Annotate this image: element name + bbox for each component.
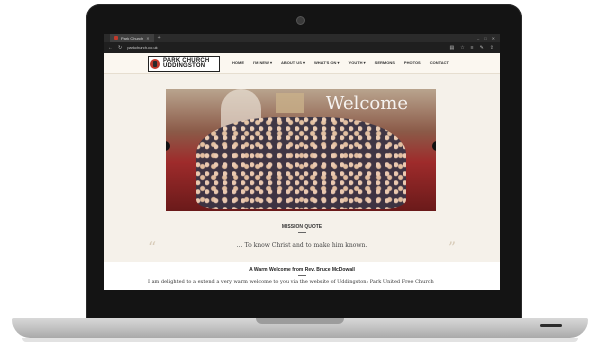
close-quote-icon: ” bbox=[447, 238, 456, 257]
divider bbox=[298, 275, 306, 276]
logo-text: PARK CHURCH UDDINGSTON bbox=[163, 58, 209, 69]
minimize-icon[interactable]: – bbox=[477, 36, 479, 41]
welcome-title: A Warm Welcome from Rev. Bruce McDowall bbox=[249, 267, 355, 273]
browser-screen: Park Church ✕ + – □ ✕ ← ↻ parkchurch.co.… bbox=[104, 34, 500, 290]
laptop-foot bbox=[22, 338, 578, 342]
url-field[interactable]: parkchurch.co.uk bbox=[127, 45, 157, 50]
pen-icon[interactable]: ✎ bbox=[480, 45, 484, 51]
welcome-body: I am delighted to a extend a very warm w… bbox=[148, 279, 434, 285]
menu-about-us[interactable]: ABOUT US ▾ bbox=[281, 60, 305, 65]
new-tab-icon[interactable]: + bbox=[158, 35, 161, 41]
share-icon[interactable]: ⇪ bbox=[490, 45, 494, 51]
logo-line2: UDDINGSTON bbox=[163, 63, 206, 69]
welcome-section: A Warm Welcome from Rev. Bruce McDowall … bbox=[104, 262, 500, 290]
favicon-icon bbox=[114, 36, 118, 40]
favorite-icon[interactable]: ☆ bbox=[460, 45, 464, 51]
menu-home[interactable]: HOME bbox=[232, 60, 244, 65]
browser-tab[interactable]: Park Church ✕ bbox=[110, 34, 154, 42]
reader-icon[interactable]: ▤ bbox=[449, 45, 454, 51]
menu-im-new[interactable]: I'M NEW ▾ bbox=[253, 60, 272, 65]
address-bar: ← ↻ parkchurch.co.uk ▤ ☆ ≡ ✎ ⇪ bbox=[104, 42, 500, 53]
close-window-icon[interactable]: ✕ bbox=[492, 36, 495, 41]
maximize-icon[interactable]: □ bbox=[484, 36, 486, 41]
hero-title: Welcome bbox=[325, 93, 408, 114]
menu-youth[interactable]: YOUTH ▾ bbox=[349, 60, 366, 65]
toolbar-icons: ▤ ☆ ≡ ✎ ⇪ bbox=[449, 45, 500, 51]
tab-title: Park Church bbox=[121, 35, 144, 41]
congregation-photo bbox=[196, 117, 406, 209]
laptop-notch bbox=[256, 318, 344, 324]
menu-sermons[interactable]: SERMONS bbox=[375, 60, 395, 65]
hub-icon[interactable]: ≡ bbox=[471, 45, 474, 51]
site-header: PARK CHURCH UDDINGSTON HOME I'M NEW ▾ AB… bbox=[104, 53, 500, 74]
menu-photos[interactable]: PHOTOS bbox=[404, 60, 421, 65]
mission-title: MISSION QUOTE bbox=[281, 224, 323, 230]
menu-contact[interactable]: CONTACT bbox=[430, 60, 449, 65]
tab-bar: Park Church ✕ + – □ ✕ bbox=[104, 34, 500, 42]
mission-quote: … To know Christ and to make him known. bbox=[236, 242, 368, 249]
back-icon[interactable]: ← bbox=[108, 45, 113, 51]
church-logo-icon bbox=[150, 59, 160, 69]
site-logo[interactable]: PARK CHURCH UDDINGSTON bbox=[148, 56, 220, 72]
divider bbox=[298, 232, 306, 233]
main-menu: HOME I'M NEW ▾ ABOUT US ▾ WHAT'S ON ▾ YO… bbox=[232, 60, 449, 65]
window-controls: – □ ✕ bbox=[477, 36, 500, 41]
webcam-icon bbox=[296, 16, 305, 25]
hero-slider: Welcome ‹ › bbox=[166, 89, 436, 211]
quote-row: “ … To know Christ and to make him known… bbox=[104, 238, 500, 257]
menu-whats-on[interactable]: WHAT'S ON ▾ bbox=[314, 60, 340, 65]
reload-icon[interactable]: ↻ bbox=[118, 45, 122, 51]
laptop-slot bbox=[540, 324, 562, 327]
mission-section: MISSION QUOTE bbox=[104, 224, 500, 233]
close-tab-icon[interactable]: ✕ bbox=[146, 36, 149, 41]
slider-next-button[interactable]: › bbox=[432, 141, 436, 151]
organ-pipes bbox=[276, 93, 304, 113]
